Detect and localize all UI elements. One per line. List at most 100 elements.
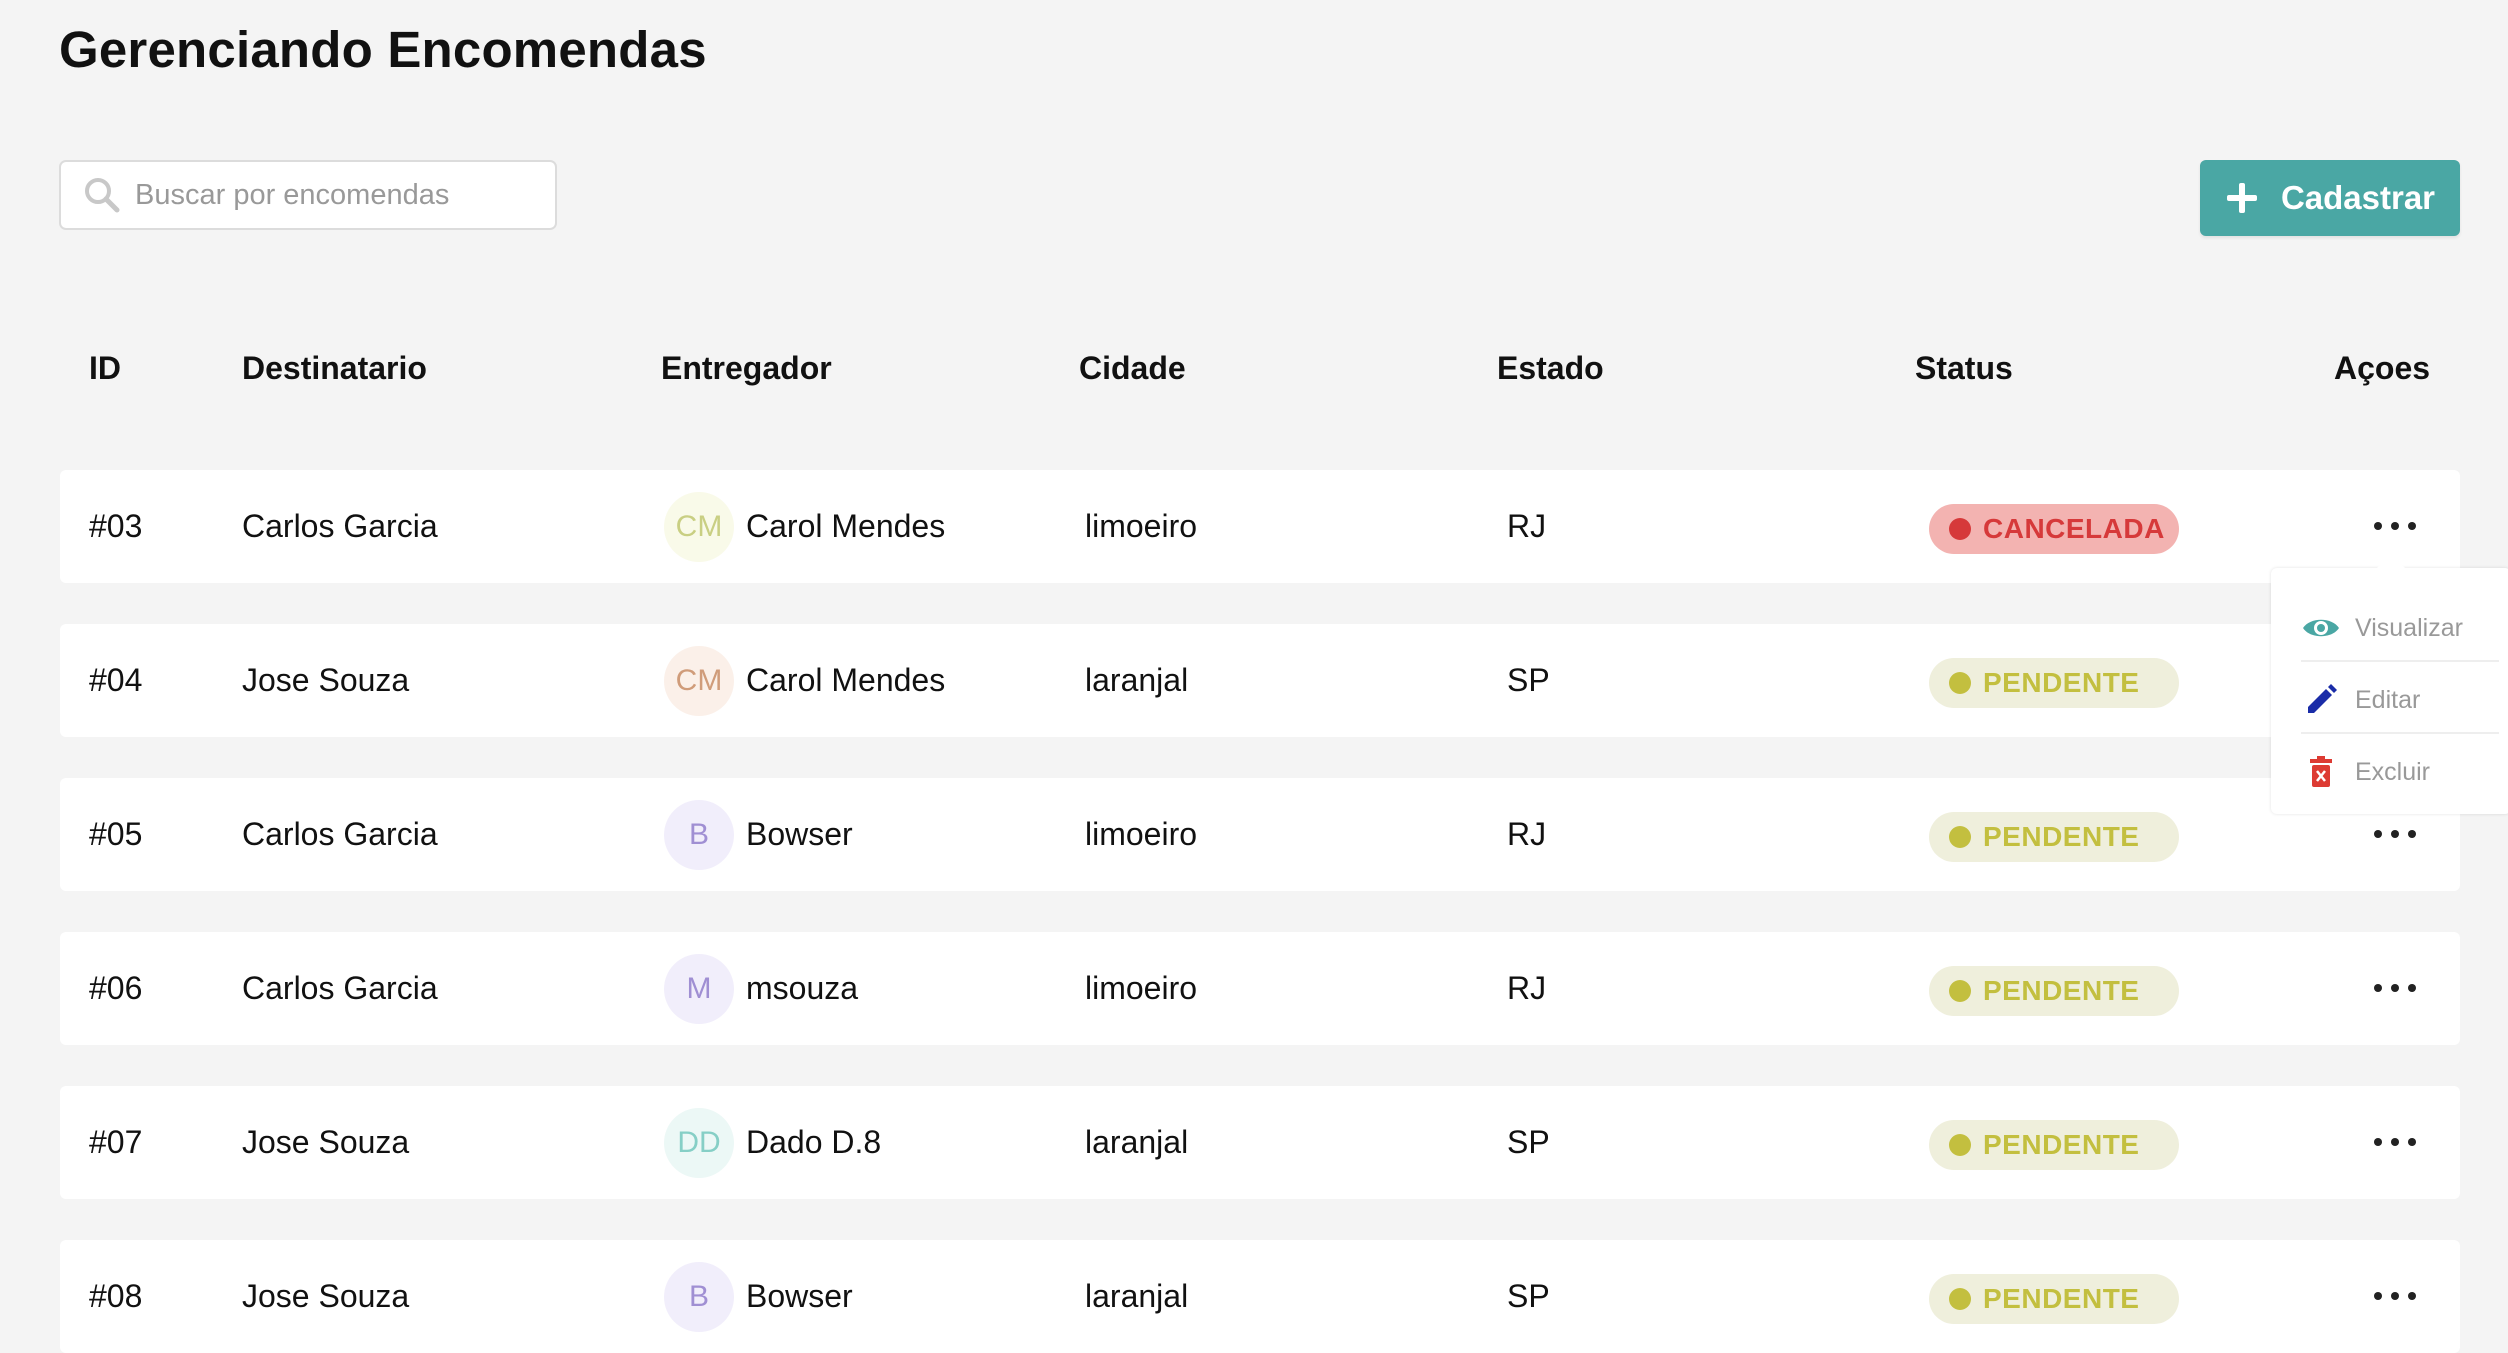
header-status: Status [1915, 350, 2013, 386]
dot-icon [2408, 830, 2416, 838]
table-header: ID Destinatario Entregador Cidade Estado… [60, 350, 2460, 394]
dot-icon [2391, 984, 2399, 992]
row-state: RJ [1507, 970, 1547, 1006]
page-title: Gerenciando Encomendas [59, 21, 707, 78]
status-dot-icon [1949, 1134, 1971, 1156]
search-input[interactable] [135, 178, 535, 212]
row-deliveryman: CM Carol Mendes [664, 470, 945, 583]
deliveryman-name: Carol Mendes [746, 662, 946, 698]
dot-icon [2374, 1292, 2382, 1300]
dot-icon [2408, 984, 2416, 992]
row-id: #04 [89, 662, 143, 698]
deliveryman-name: msouza [746, 970, 859, 1006]
header-state: Estado [1497, 350, 1604, 386]
deliveryman-name: Carol Mendes [746, 508, 946, 544]
status-label: CANCELADA [1983, 513, 2165, 544]
dot-icon [2374, 522, 2382, 530]
row-state: SP [1507, 1278, 1550, 1314]
menu-item-delete[interactable]: Excluir [2301, 736, 2499, 808]
row-recipient: Carlos Garcia [242, 816, 438, 852]
row-state: RJ [1507, 508, 1547, 544]
status-label: PENDENTE [1983, 1283, 2140, 1314]
row-actions-menu: Visualizar Editar Excluir [2271, 568, 2508, 814]
row-recipient: Jose Souza [242, 1278, 410, 1314]
row-id: #03 [89, 508, 143, 544]
menu-item-view[interactable]: Visualizar [2301, 592, 2499, 664]
dot-icon [2408, 522, 2416, 530]
row-recipient: Jose Souza [242, 662, 410, 698]
dot-icon [2391, 522, 2399, 530]
search-icon [83, 176, 121, 214]
avatar: CM [664, 645, 734, 716]
search-box[interactable] [59, 160, 557, 230]
table-row: #04 Jose Souza CM Carol Mendes laranjal … [60, 624, 2460, 737]
status-badge: PENDENTE [1929, 812, 2179, 862]
row-state: SP [1507, 662, 1550, 698]
menu-divider [2301, 732, 2499, 734]
status-dot-icon [1949, 826, 1971, 848]
status-dot-icon [1949, 672, 1971, 694]
row-city: limoeiro [1085, 508, 1198, 544]
menu-item-label: Editar [2355, 685, 2421, 714]
row-deliveryman: B Bowser [664, 778, 853, 891]
row-id: #08 [89, 1278, 143, 1314]
status-dot-icon [1949, 518, 1971, 540]
dot-icon [2374, 1138, 2382, 1146]
row-city: limoeiro [1085, 970, 1198, 1006]
table-row: #06 Carlos Garcia M msouza limoeiro RJ P… [60, 932, 2460, 1045]
header-deliveryman: Entregador [661, 350, 832, 386]
header-recipient: Destinatario [242, 350, 427, 386]
actions-menu-button[interactable] [2360, 498, 2430, 554]
actions-menu-button[interactable] [2360, 1268, 2430, 1324]
status-label: PENDENTE [1983, 667, 2140, 698]
row-id: #07 [89, 1124, 143, 1160]
status-badge: PENDENTE [1929, 1274, 2179, 1324]
avatar: B [664, 799, 734, 870]
add-button-label: Cadastrar [2280, 179, 2436, 216]
dot-icon [2374, 830, 2382, 838]
avatar: B [664, 1261, 734, 1332]
dot-icon [2408, 1138, 2416, 1146]
plus-icon [2225, 181, 2259, 215]
status-label: PENDENTE [1983, 975, 2140, 1006]
menu-item-label: Excluir [2355, 757, 2431, 786]
row-city: limoeiro [1085, 816, 1198, 852]
row-id: #06 [89, 970, 143, 1006]
status-badge: PENDENTE [1929, 1120, 2179, 1170]
status-label: PENDENTE [1983, 1129, 2140, 1160]
menu-item-edit[interactable]: Editar [2301, 664, 2499, 736]
status-badge: PENDENTE [1929, 658, 2179, 708]
status-dot-icon [1949, 980, 1971, 1002]
actions-menu-button[interactable] [2360, 806, 2430, 862]
row-id: #05 [89, 816, 143, 852]
row-deliveryman: DD Dado D.8 [664, 1086, 881, 1199]
dot-icon [2408, 1292, 2416, 1300]
dot-icon [2374, 984, 2382, 992]
row-recipient: Carlos Garcia [242, 970, 438, 1006]
table-row: #03 Carlos Garcia CM Carol Mendes limoei… [60, 470, 2460, 583]
eye-icon [2301, 615, 2341, 641]
deliveryman-name: Bowser [746, 1278, 853, 1314]
status-badge: PENDENTE [1929, 966, 2179, 1016]
avatar: CM [664, 491, 734, 562]
table-row: #07 Jose Souza DD Dado D.8 laranjal SP P… [60, 1086, 2460, 1199]
add-button[interactable]: Cadastrar [2200, 160, 2460, 236]
actions-menu-button[interactable] [2360, 960, 2430, 1016]
header-city: Cidade [1079, 350, 1186, 386]
status-label: PENDENTE [1983, 821, 2140, 852]
header-id: ID [89, 350, 121, 386]
row-city: laranjal [1085, 1278, 1189, 1314]
avatar: M [664, 953, 734, 1024]
deliveryman-name: Bowser [746, 816, 853, 852]
menu-divider [2301, 660, 2499, 662]
menu-pointer [2377, 552, 2405, 568]
deliveryman-name: Dado D.8 [746, 1124, 882, 1160]
dot-icon [2391, 1292, 2399, 1300]
table-row: #08 Jose Souza B Bowser laranjal SP PEND… [60, 1240, 2460, 1353]
actions-menu-button[interactable] [2360, 1114, 2430, 1170]
row-state: RJ [1507, 816, 1547, 852]
status-dot-icon [1949, 1288, 1971, 1310]
dot-icon [2391, 1138, 2399, 1146]
row-deliveryman: B Bowser [664, 1240, 853, 1353]
dot-icon [2391, 830, 2399, 838]
